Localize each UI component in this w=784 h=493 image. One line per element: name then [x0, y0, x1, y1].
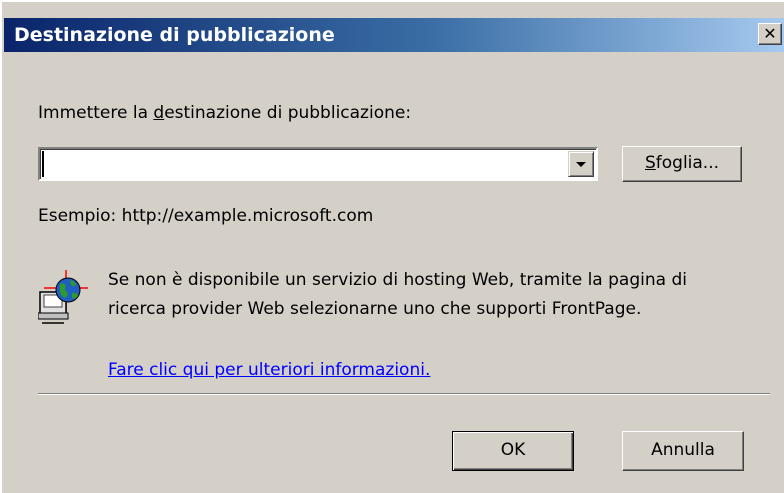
dropdown-arrow-button[interactable] — [568, 151, 594, 177]
title-bar: Destinazione di pubblicazione ✕ — [4, 18, 784, 52]
publish-destination-dialog: Destinazione di pubblicazione ✕ Immetter… — [0, 0, 784, 493]
destination-prompt-label: Immettere la destinazione di pubblicazio… — [38, 103, 411, 123]
hosting-info-line-1: Se non è disponibile un servizio di host… — [108, 270, 687, 290]
browse-button[interactable]: Sfoglia... — [622, 146, 742, 182]
prompt-text-before: Immettere la — [38, 103, 154, 123]
web-globe-icon — [37, 268, 88, 324]
browse-accelerator: S — [644, 153, 656, 173]
close-icon: ✕ — [763, 24, 777, 43]
example-text: Esempio: http://example.microsoft.com — [38, 206, 374, 226]
dialog-title: Destinazione di pubblicazione — [14, 24, 335, 46]
ok-button[interactable]: OK — [452, 431, 574, 471]
cancel-button[interactable]: Annulla — [622, 431, 744, 471]
prompt-accelerator: d — [153, 103, 165, 123]
prompt-text-after: estinazione di pubblicazione: — [164, 103, 412, 123]
destination-combobox[interactable] — [38, 147, 598, 181]
browse-label: foglia... — [655, 153, 720, 173]
destination-input[interactable] — [42, 151, 568, 177]
separator-line — [38, 393, 770, 395]
close-button[interactable]: ✕ — [758, 23, 782, 45]
hosting-info-line-2: ricerca provider Web selezionarne uno ch… — [108, 299, 642, 319]
more-info-link[interactable]: Fare clic qui per ulteriori informazioni… — [108, 360, 430, 380]
